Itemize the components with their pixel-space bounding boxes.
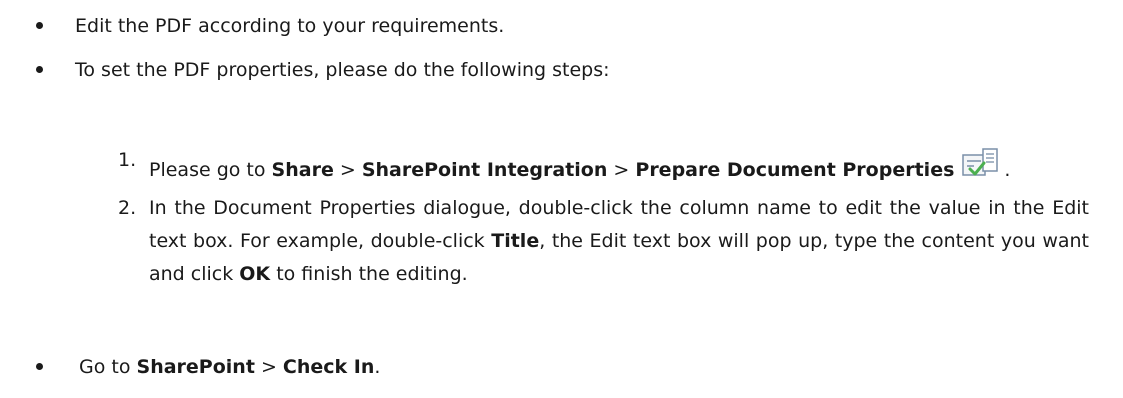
field-title: Title bbox=[491, 230, 540, 252]
menu-check-in: Check In bbox=[282, 356, 375, 378]
menu-share: Share bbox=[271, 159, 334, 181]
menu-sharepoint-integration: SharePoint Integration bbox=[361, 159, 608, 181]
step-2-text: In the Document Properties dialogue, dou… bbox=[149, 192, 1089, 291]
bullet-dot bbox=[36, 66, 43, 73]
menu-sharepoint: SharePoint bbox=[136, 356, 255, 378]
step-1-text: Please go to Share > SharePoint Integrat… bbox=[149, 148, 1010, 186]
step-text: Go to bbox=[79, 356, 137, 378]
bullet-item-check-in: Go to SharePoint > Check In. bbox=[79, 355, 380, 379]
period: . bbox=[374, 356, 381, 378]
step-number: 2. bbox=[118, 197, 137, 219]
step-number: 1. bbox=[118, 149, 137, 171]
separator: > bbox=[254, 356, 283, 378]
button-ok: OK bbox=[239, 263, 271, 285]
separator: > bbox=[607, 159, 636, 181]
bullet-item-set-properties: To set the PDF properties, please do the… bbox=[75, 59, 610, 81]
step-text: Please go to bbox=[149, 159, 272, 181]
bullet-dot bbox=[36, 22, 43, 29]
bullet-dot bbox=[36, 363, 43, 370]
step-text: to finish the editing. bbox=[270, 263, 468, 285]
bullet-item-edit-pdf: Edit the PDF according to your requireme… bbox=[75, 15, 505, 37]
period: . bbox=[1004, 159, 1011, 181]
document-properties-icon bbox=[962, 148, 1000, 186]
menu-prepare-document-properties: Prepare Document Properties bbox=[635, 159, 955, 181]
separator: > bbox=[333, 159, 362, 181]
